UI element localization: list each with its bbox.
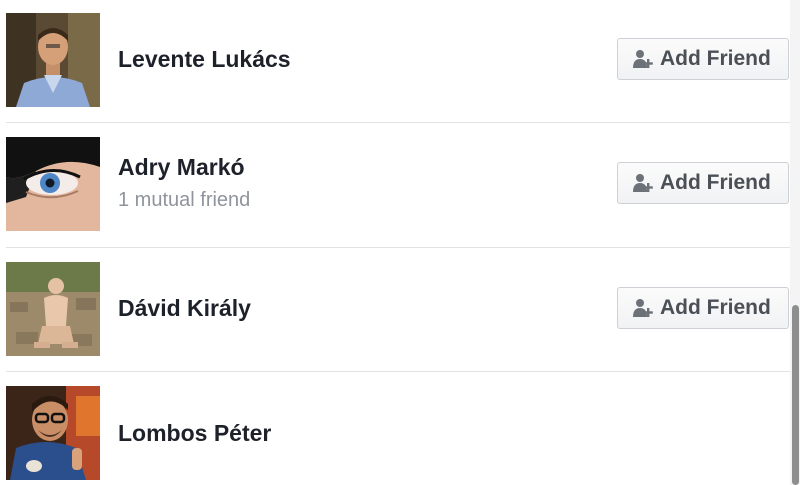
avatar[interactable] bbox=[6, 262, 100, 356]
avatar[interactable] bbox=[6, 13, 100, 107]
add-friend-label: Add Friend bbox=[660, 296, 771, 319]
add-friend-button[interactable]: Add Friend bbox=[617, 38, 789, 80]
avatar[interactable] bbox=[6, 386, 100, 480]
avatar-photo-icon bbox=[6, 262, 100, 356]
avatar-photo-icon bbox=[6, 386, 100, 480]
scrollbar-thumb[interactable] bbox=[792, 305, 799, 485]
list-item: Adry Markó 1 mutual friend Add Friend bbox=[0, 123, 790, 247]
avatar-photo-icon bbox=[6, 137, 100, 231]
add-person-icon bbox=[633, 174, 653, 192]
add-person-icon bbox=[633, 299, 653, 317]
people-you-may-know-list: Levente Lukács Add Friend Adry Markó 1 m… bbox=[0, 0, 790, 485]
list-item: Levente Lukács Add Friend bbox=[0, 0, 790, 122]
add-friend-label: Add Friend bbox=[660, 171, 771, 194]
add-person-icon bbox=[633, 50, 653, 68]
list-item: Lombos Péter bbox=[0, 372, 790, 485]
avatar[interactable] bbox=[6, 137, 100, 231]
person-name[interactable]: Dávid Király bbox=[118, 295, 251, 322]
person-name[interactable]: Levente Lukács bbox=[118, 46, 291, 73]
avatar-photo-icon bbox=[6, 13, 100, 107]
person-name[interactable]: Lombos Péter bbox=[118, 420, 271, 447]
add-friend-label: Add Friend bbox=[660, 47, 771, 70]
add-friend-button[interactable]: Add Friend bbox=[617, 162, 789, 204]
list-item: Dávid Király Add Friend bbox=[0, 248, 790, 371]
mutual-friends-text[interactable]: 1 mutual friend bbox=[118, 189, 250, 212]
person-name[interactable]: Adry Markó bbox=[118, 154, 245, 181]
add-friend-button[interactable]: Add Friend bbox=[617, 287, 789, 329]
